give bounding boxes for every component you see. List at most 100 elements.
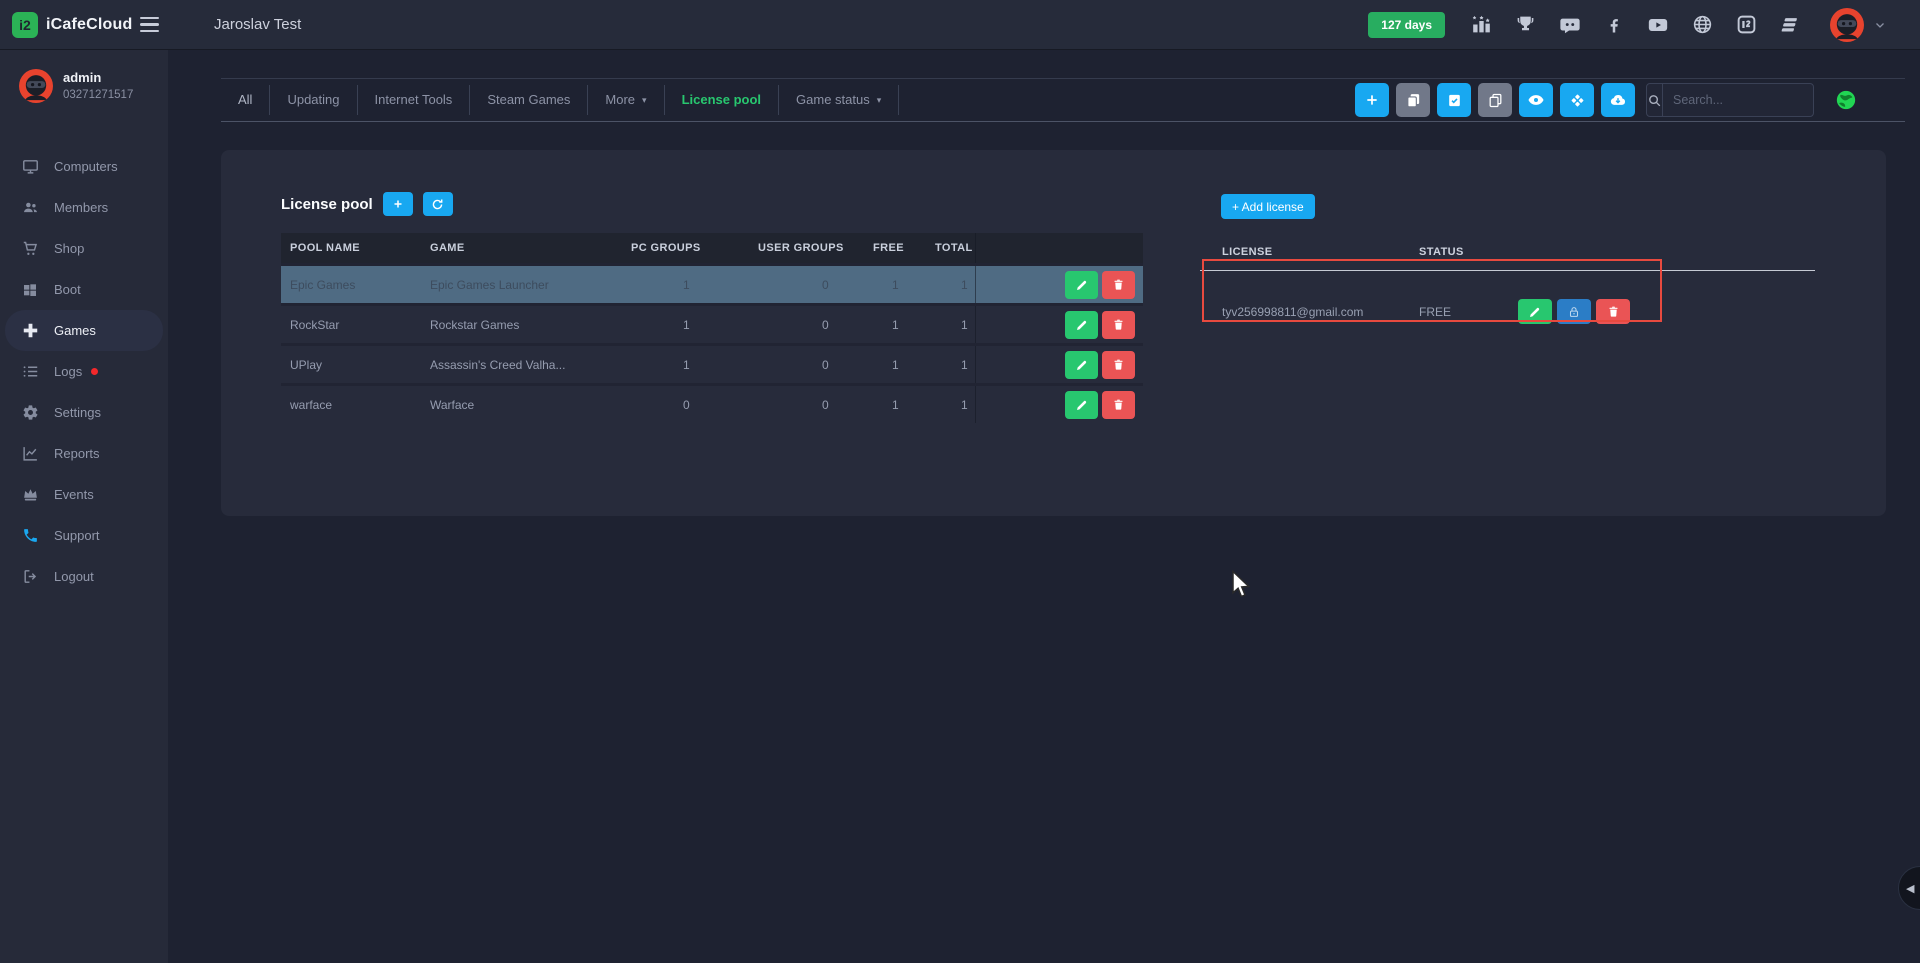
license-email: tyv256998811@gmail.com [1200, 305, 1397, 319]
trophy-icon[interactable] [1515, 14, 1536, 35]
facebook-icon[interactable] [1604, 15, 1624, 35]
refresh-pool-button[interactable] [423, 192, 453, 216]
panel-collapse-button[interactable]: ◀ [1898, 866, 1920, 910]
trash-icon [1112, 398, 1125, 411]
lock-license-button[interactable] [1557, 299, 1591, 324]
license-table: LICENSE STATUS tyv256998811@gmail.com FR… [1200, 233, 1815, 352]
add-license-button[interactable]: + Add license [1221, 194, 1315, 219]
table-row[interactable]: RockStar Rockstar Games 1 0 1 1 [281, 303, 1143, 343]
edit-license-button[interactable] [1518, 299, 1552, 324]
tab-list: All Updating Internet Tools Steam Games … [221, 85, 899, 115]
select-check-button[interactable] [1437, 83, 1471, 117]
trash-icon [1112, 358, 1125, 371]
license-pool-table: POOL NAME GAME PC GROUPS USER GROUPS FRE… [281, 233, 1143, 423]
pencil-icon [1075, 278, 1089, 292]
sidebar-item-settings[interactable]: Settings [0, 392, 168, 433]
layers-icon[interactable] [1780, 14, 1802, 36]
cart-icon [21, 240, 39, 257]
table-row[interactable]: warface Warface 0 0 1 1 [281, 383, 1143, 423]
pencil-icon [1075, 318, 1089, 332]
sidebar-item-events[interactable]: Events [0, 474, 168, 515]
monitor-icon [21, 158, 39, 175]
sidebar-item-logout[interactable]: Logout [0, 556, 168, 597]
globe-green-icon[interactable] [1835, 89, 1857, 111]
delete-pool-button[interactable] [1102, 351, 1135, 379]
tab-steam-games[interactable]: Steam Games [470, 85, 588, 115]
gear-icon [21, 404, 39, 421]
sidebar: admin 03271271517 Computers Members Shop… [0, 50, 168, 963]
icafecloud-icon[interactable] [1736, 14, 1757, 35]
pencil-icon [1528, 305, 1542, 319]
trash-icon [1112, 278, 1125, 291]
copy-button[interactable] [1396, 83, 1430, 117]
license-table-header: LICENSE STATUS [1200, 233, 1815, 271]
chevron-down-icon[interactable] [1874, 19, 1886, 31]
users-icon [21, 199, 39, 216]
doc-check-icon [1446, 92, 1463, 109]
edit-pool-button[interactable] [1065, 391, 1098, 419]
sidebar-item-logs[interactable]: Logs [0, 351, 168, 392]
list-icon [21, 363, 39, 380]
discord-icon[interactable] [1559, 14, 1581, 36]
search-input[interactable] [1663, 93, 1814, 107]
edit-pool-button[interactable] [1065, 351, 1098, 379]
tab-license-pool[interactable]: License pool [665, 85, 779, 115]
games-tabstrip: All Updating Internet Tools Steam Games … [221, 78, 1905, 122]
crown-icon [21, 486, 39, 503]
search-box [1646, 83, 1814, 117]
brand-name: iCafeCloud [46, 16, 132, 34]
table-row[interactable]: Epic Games Epic Games Launcher 1 0 1 1 [281, 263, 1143, 303]
delete-license-button[interactable] [1596, 299, 1630, 324]
chevron-left-icon: ◀ [1906, 882, 1914, 895]
logs-alert-dot [91, 368, 98, 375]
content-card: License pool POOL NAME GAME PC GROUPS US… [221, 150, 1886, 516]
license-status: FREE [1397, 305, 1518, 319]
license-row[interactable]: tyv256998811@gmail.com FREE [1200, 271, 1815, 352]
lock-icon [1567, 305, 1581, 319]
tab-all[interactable]: All [221, 85, 270, 115]
pool-section-title: License pool [281, 196, 373, 213]
tab-updating[interactable]: Updating [270, 85, 357, 115]
categories-button[interactable] [1560, 83, 1594, 117]
user-avatar[interactable] [1830, 8, 1864, 42]
copy-outline-button[interactable] [1478, 83, 1512, 117]
delete-pool-button[interactable] [1102, 311, 1135, 339]
brand-logo[interactable]: i2 iCafeCloud [12, 12, 136, 38]
sidebar-item-support[interactable]: Support [0, 515, 168, 556]
sidebar-item-games[interactable]: Games [5, 310, 163, 351]
sidebar-item-shop[interactable]: Shop [0, 228, 168, 269]
license-days-badge[interactable]: 127 days [1368, 12, 1445, 38]
table-row[interactable]: UPlay Assassin's Creed Valha... 1 0 1 1 [281, 343, 1143, 383]
trash-icon [1112, 318, 1125, 331]
cloud-download-icon [1609, 91, 1627, 109]
tab-game-status[interactable]: Game status▾ [779, 85, 899, 115]
chart-icon [21, 445, 39, 462]
cloud-download-button[interactable] [1601, 83, 1635, 117]
add-pool-button[interactable] [383, 192, 413, 216]
games-toolbar [1355, 83, 1857, 117]
pencil-icon [1075, 358, 1089, 372]
sidebar-item-members[interactable]: Members [0, 187, 168, 228]
add-game-button[interactable] [1355, 83, 1389, 117]
menu-toggle-button[interactable] [140, 11, 168, 39]
plus-icon [392, 198, 404, 210]
page-title: Jaroslav Test [214, 16, 301, 33]
globe-icon[interactable] [1692, 14, 1713, 35]
sidebar-item-reports[interactable]: Reports [0, 433, 168, 474]
edit-pool-button[interactable] [1065, 311, 1098, 339]
preview-button[interactable] [1519, 83, 1553, 117]
refresh-icon [431, 198, 444, 211]
edit-pool-button[interactable] [1065, 271, 1098, 299]
delete-pool-button[interactable] [1102, 271, 1135, 299]
pool-table-header: POOL NAME GAME PC GROUPS USER GROUPS FRE… [281, 233, 1143, 263]
delete-pool-button[interactable] [1102, 391, 1135, 419]
tab-more[interactable]: More▾ [588, 85, 664, 115]
sidebar-user-phone: 03271271517 [63, 89, 133, 101]
tab-internet-tools[interactable]: Internet Tools [358, 85, 471, 115]
sidebar-item-boot[interactable]: Boot [0, 269, 168, 310]
youtube-icon[interactable] [1647, 14, 1669, 36]
trash-icon [1607, 305, 1620, 318]
ranking-icon[interactable] [1471, 14, 1492, 35]
sidebar-item-computers[interactable]: Computers [0, 146, 168, 187]
caret-down-icon: ▾ [877, 85, 882, 115]
